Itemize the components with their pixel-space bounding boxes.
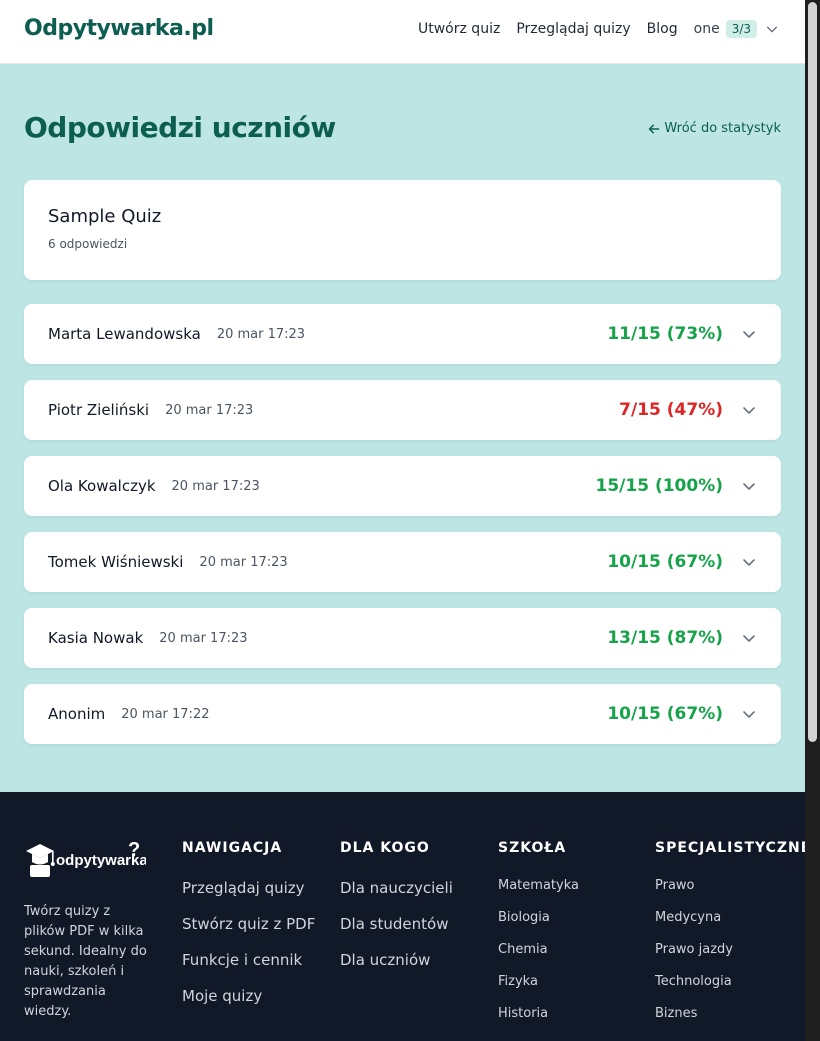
student-name: Tomek Wiśniewski bbox=[48, 553, 184, 571]
footer-link[interactable]: Technologia bbox=[655, 972, 805, 992]
nav-blog[interactable]: Blog bbox=[647, 21, 678, 37]
top-header: Odpytywarka.pl Utwórz quiz Przeglądaj qu… bbox=[0, 0, 805, 64]
student-name: Kasia Nowak bbox=[48, 629, 144, 647]
footer-heading: SZKOŁA bbox=[498, 840, 567, 856]
footer-description: Twórz quizy z plików PDF w kilka sekund.… bbox=[24, 904, 147, 1019]
footer-link[interactable]: Prawo jazdy bbox=[655, 940, 805, 960]
score: 10/15 (67%) bbox=[607, 552, 723, 572]
footer-link[interactable]: Funkcje i cennik bbox=[182, 948, 317, 972]
footer-link[interactable]: Dla uczniów bbox=[340, 948, 475, 972]
scrollbar-thumb[interactable] bbox=[808, 2, 817, 742]
response-row[interactable]: Marta Lewandowska 20 mar 17:23 11/15 (73… bbox=[24, 304, 781, 364]
footer-link[interactable]: Medycyna bbox=[655, 908, 805, 928]
footer-link[interactable]: Prawo bbox=[655, 876, 805, 896]
responses-list: Marta Lewandowska 20 mar 17:23 11/15 (73… bbox=[24, 304, 781, 760]
footer-link[interactable]: Biznes bbox=[655, 1004, 805, 1024]
footer-col-navigation: NAWIGACJA Przeglądaj quizy Stwórz quiz z… bbox=[182, 840, 317, 1020]
quiz-name: Sample Quiz bbox=[48, 206, 162, 227]
quota-badge: 3/3 bbox=[725, 20, 757, 38]
graduation-cap-icon bbox=[26, 844, 55, 877]
score: 10/15 (67%) bbox=[607, 704, 723, 724]
nav-browse-quizzes[interactable]: Przeglądaj quizy bbox=[516, 21, 630, 37]
score: 11/15 (73%) bbox=[607, 324, 723, 344]
response-count: 6 odpowiedzi bbox=[48, 237, 128, 251]
footer-col-specialist: SPECJALISTYCZNE Prawo Medycyna Prawo jaz… bbox=[655, 840, 805, 1036]
chevron-down-icon[interactable] bbox=[741, 630, 757, 646]
footer-heading: NAWIGACJA bbox=[182, 840, 283, 856]
footer-link[interactable]: Matematyka bbox=[498, 876, 579, 896]
response-date: 20 mar 17:23 bbox=[199, 554, 288, 570]
main-content: Odpowiedzi uczniów Wróć do statystyk Sam… bbox=[0, 64, 805, 792]
footer-link[interactable]: Fizyka bbox=[498, 972, 579, 992]
response-date: 20 mar 17:23 bbox=[216, 326, 306, 342]
site-footer: odpytywarka.pl ? Twórz quizy z plików PD… bbox=[0, 792, 805, 1041]
back-to-stats-link[interactable]: Wróć do statystyk bbox=[648, 121, 781, 136]
chevron-down-icon[interactable] bbox=[741, 402, 757, 418]
footer-link[interactable]: Biologia bbox=[498, 908, 579, 928]
page-title: Odpowiedzi uczniów bbox=[24, 111, 336, 144]
chevron-down-icon[interactable] bbox=[741, 478, 757, 494]
student-name: Piotr Zieliński bbox=[48, 401, 150, 419]
response-row[interactable]: Anonim 20 mar 17:22 10/15 (67%) bbox=[24, 684, 781, 744]
back-link-label: Wróć do statystyk bbox=[664, 121, 781, 136]
student-name: Marta Lewandowska bbox=[48, 325, 201, 343]
student-name: Anonim bbox=[48, 705, 106, 723]
site-logo[interactable]: Odpytywarka.pl bbox=[24, 16, 214, 41]
footer-col-school: SZKOŁA Matematyka Biologia Chemia Fizyka… bbox=[498, 840, 579, 1036]
nav-create-quiz[interactable]: Utwórz quiz bbox=[418, 21, 500, 37]
footer-link[interactable]: Dla studentów bbox=[340, 912, 475, 936]
response-row[interactable]: Tomek Wiśniewski 20 mar 17:23 10/15 (67%… bbox=[24, 532, 781, 592]
footer-col-audience: DLA KOGO Dla nauczycieli Dla studentów D… bbox=[340, 840, 475, 984]
user-name: one bbox=[693, 21, 720, 37]
response-date: 20 mar 17:23 bbox=[159, 630, 248, 646]
footer-heading: DLA KOGO bbox=[340, 840, 430, 856]
footer-link[interactable]: Stwórz quiz z PDF bbox=[182, 912, 317, 936]
student-name: Ola Kowalczyk bbox=[48, 477, 156, 495]
response-row[interactable]: Ola Kowalczyk 20 mar 17:23 15/15 (100%) bbox=[24, 456, 781, 516]
response-date: 20 mar 17:22 bbox=[121, 706, 210, 722]
score: 13/15 (87%) bbox=[607, 628, 723, 648]
response-date: 20 mar 17:23 bbox=[165, 402, 254, 418]
chevron-down-icon[interactable] bbox=[741, 706, 757, 722]
page: Odpytywarka.pl Utwórz quiz Przeglądaj qu… bbox=[0, 0, 805, 1041]
score: 7/15 (47%) bbox=[619, 400, 723, 420]
chevron-down-icon bbox=[766, 26, 778, 33]
footer-link[interactable]: Chemia bbox=[498, 940, 579, 960]
chevron-down-icon[interactable] bbox=[741, 326, 757, 342]
response-row[interactable]: Piotr Zieliński 20 mar 17:23 7/15 (47%) bbox=[24, 380, 781, 440]
response-date: 20 mar 17:23 bbox=[171, 478, 260, 494]
footer-heading: SPECJALISTYCZNE bbox=[655, 840, 805, 856]
footer-link[interactable]: Historia bbox=[498, 1004, 579, 1024]
user-menu[interactable]: one 3/3 bbox=[694, 20, 779, 38]
quiz-summary-card: Sample Quiz 6 odpowiedzi bbox=[24, 180, 781, 280]
chevron-down-icon[interactable] bbox=[741, 554, 757, 570]
score: 15/15 (100%) bbox=[595, 476, 724, 496]
footer-link[interactable]: Moje quizy bbox=[182, 984, 317, 1008]
arrow-left-icon bbox=[649, 124, 660, 133]
response-row[interactable]: Kasia Nowak 20 mar 17:23 13/15 (87%) bbox=[24, 608, 781, 668]
footer-link[interactable]: Przeglądaj quizy bbox=[182, 876, 317, 900]
footer-logo[interactable]: odpytywarka.pl ? bbox=[24, 838, 146, 880]
main-nav: Utwórz quiz Przeglądaj quizy Blog one 3/… bbox=[402, 20, 779, 38]
footer-link[interactable]: Dla nauczycieli bbox=[340, 876, 475, 900]
svg-text:?: ? bbox=[128, 839, 140, 861]
